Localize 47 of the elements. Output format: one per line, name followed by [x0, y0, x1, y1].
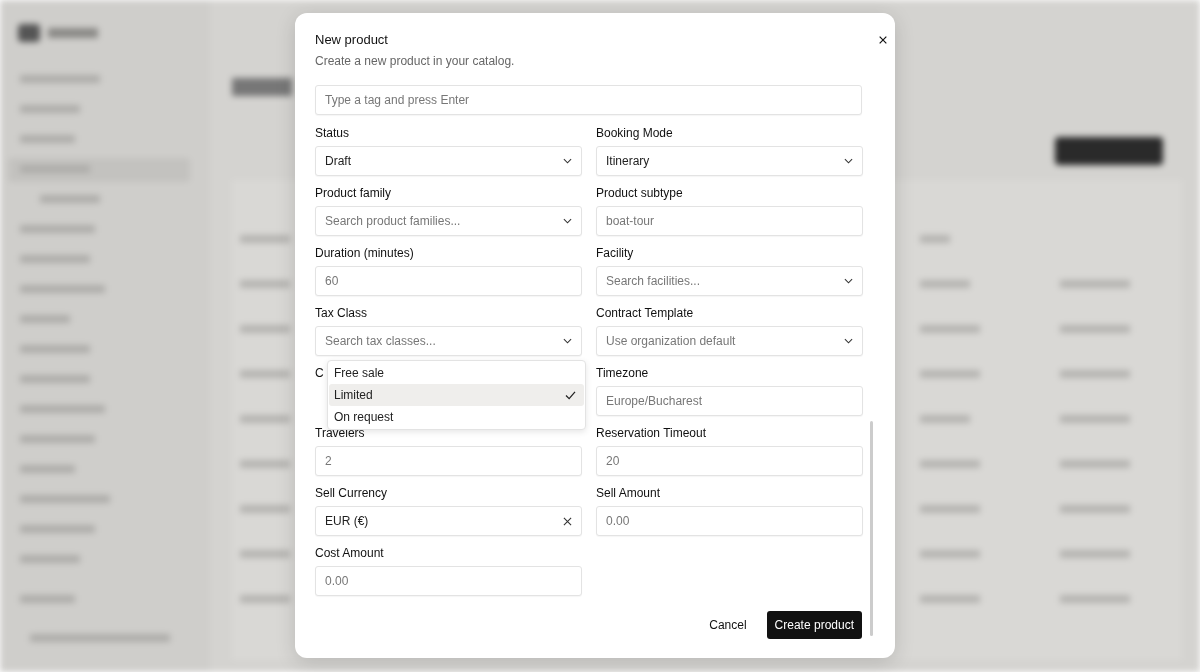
field-label: Reservation Timeout — [596, 425, 707, 442]
select-field[interactable]: Search tax classes... — [315, 326, 582, 356]
input-field[interactable]: 0.00 — [315, 566, 582, 596]
dialog-subtitle: Create a new product in your catalog. — [315, 54, 515, 68]
input-field[interactable]: 20 — [596, 446, 863, 476]
input-field[interactable]: boat-tour — [596, 206, 863, 236]
field-label: Timezone — [596, 365, 649, 382]
input-field[interactable]: 2 — [315, 446, 582, 476]
select-field[interactable]: Itinerary — [596, 146, 863, 176]
select-field[interactable]: EUR (€) — [315, 506, 582, 536]
select-field[interactable]: Search product families... — [315, 206, 582, 236]
select-field[interactable]: Use organization default — [596, 326, 863, 356]
dropdown-option[interactable]: Limited — [329, 384, 584, 406]
field-label: Sell Amount — [596, 485, 661, 502]
field-label: Product family — [315, 185, 392, 202]
clear-icon[interactable] — [563, 516, 572, 526]
field-label: Contract Template — [596, 305, 694, 322]
close-icon[interactable] — [878, 35, 888, 45]
field-label: Sell Currency — [315, 485, 388, 502]
chevron-down-icon — [563, 218, 572, 224]
chevron-down-icon — [844, 278, 853, 284]
field-label: Cost Amount — [315, 545, 384, 562]
chevron-down-icon — [844, 158, 853, 164]
dialog-title: New product — [315, 32, 389, 47]
field-label: Duration (minutes) — [315, 245, 414, 262]
tag-input-field[interactable]: Type a tag and press Enter — [315, 85, 862, 115]
field-label: Tax Class — [315, 305, 367, 322]
field-label: Status — [315, 125, 350, 142]
scrollbar[interactable] — [870, 421, 873, 636]
input-field[interactable]: 0.00 — [596, 506, 863, 536]
field-label: Product subtype — [596, 185, 683, 202]
cancel-button[interactable]: Cancel — [701, 611, 755, 639]
select-field[interactable]: Draft — [315, 146, 582, 176]
field-label: C — [315, 365, 324, 382]
create-product-button[interactable]: Create product — [766, 611, 862, 639]
checkmark-icon — [565, 390, 576, 400]
field-label: Facility — [596, 245, 634, 262]
dropdown-option[interactable]: On request — [329, 406, 584, 428]
chevron-down-icon — [563, 338, 572, 344]
dropdown-option[interactable]: Free sale — [329, 362, 584, 384]
field-label: Travelers — [315, 425, 365, 442]
select-field[interactable]: Search facilities... — [596, 266, 863, 296]
chevron-down-icon — [844, 338, 853, 344]
chevron-down-icon — [563, 158, 572, 164]
field-label: Booking Mode — [596, 125, 673, 142]
input-field[interactable]: 60 — [315, 266, 582, 296]
input-field[interactable]: Europe/Bucharest — [596, 386, 863, 416]
